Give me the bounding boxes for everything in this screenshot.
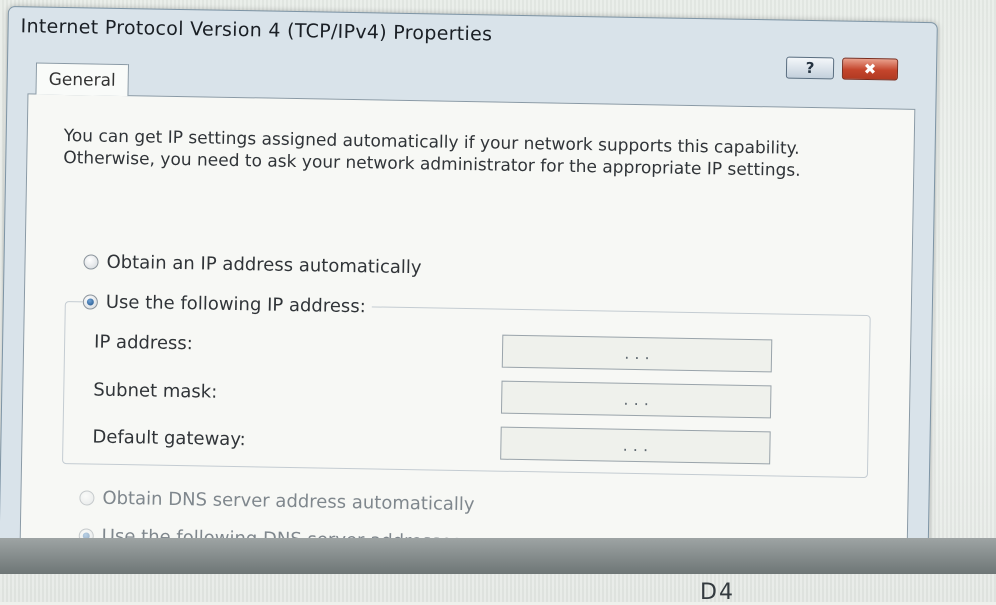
obtain-dns-label: Obtain DNS server address automatically <box>102 487 475 516</box>
use-ip-radio[interactable] <box>82 294 98 310</box>
background-partial-text: D4 <box>700 580 735 605</box>
default-gateway-input[interactable]: . . . <box>500 426 771 465</box>
general-tab-panel: You can get IP settings assigned automat… <box>19 93 916 569</box>
default-gateway-label: Default gateway: <box>92 426 246 451</box>
close-button[interactable]: ✖ <box>841 57 899 81</box>
ip-address-label: IP address: <box>93 331 193 355</box>
close-icon: ✖ <box>863 59 877 79</box>
subnet-mask-input[interactable]: . . . <box>500 380 772 419</box>
obtain-dns-radio[interactable] <box>79 490 95 506</box>
default-gateway-value: . . . <box>622 435 649 456</box>
help-button[interactable]: ? <box>785 56 835 80</box>
help-icon: ? <box>805 58 815 78</box>
subnet-mask-label: Subnet mask: <box>93 379 218 403</box>
obtain-ip-label: Obtain an IP address automatically <box>106 251 422 279</box>
ip-address-value: . . . <box>624 343 650 364</box>
ip-address-input[interactable]: . . . <box>501 334 773 373</box>
obtain-dns-automatically-option[interactable]: Obtain DNS server address automatically <box>79 487 475 516</box>
subnet-mask-value: . . . <box>623 389 650 410</box>
intro-description: You can get IP settings assigned automat… <box>63 125 801 181</box>
obtain-ip-radio[interactable] <box>83 254 99 270</box>
tab-general[interactable]: General <box>35 62 130 97</box>
dialog-title: Internet Protocol Version 4 (TCP/IPv4) P… <box>20 15 493 46</box>
obtain-ip-automatically-option[interactable]: Obtain an IP address automatically <box>83 251 422 279</box>
ipv4-properties-dialog: Internet Protocol Version 4 (TCP/IPv4) P… <box>0 6 938 569</box>
monitor-bezel <box>0 538 996 574</box>
